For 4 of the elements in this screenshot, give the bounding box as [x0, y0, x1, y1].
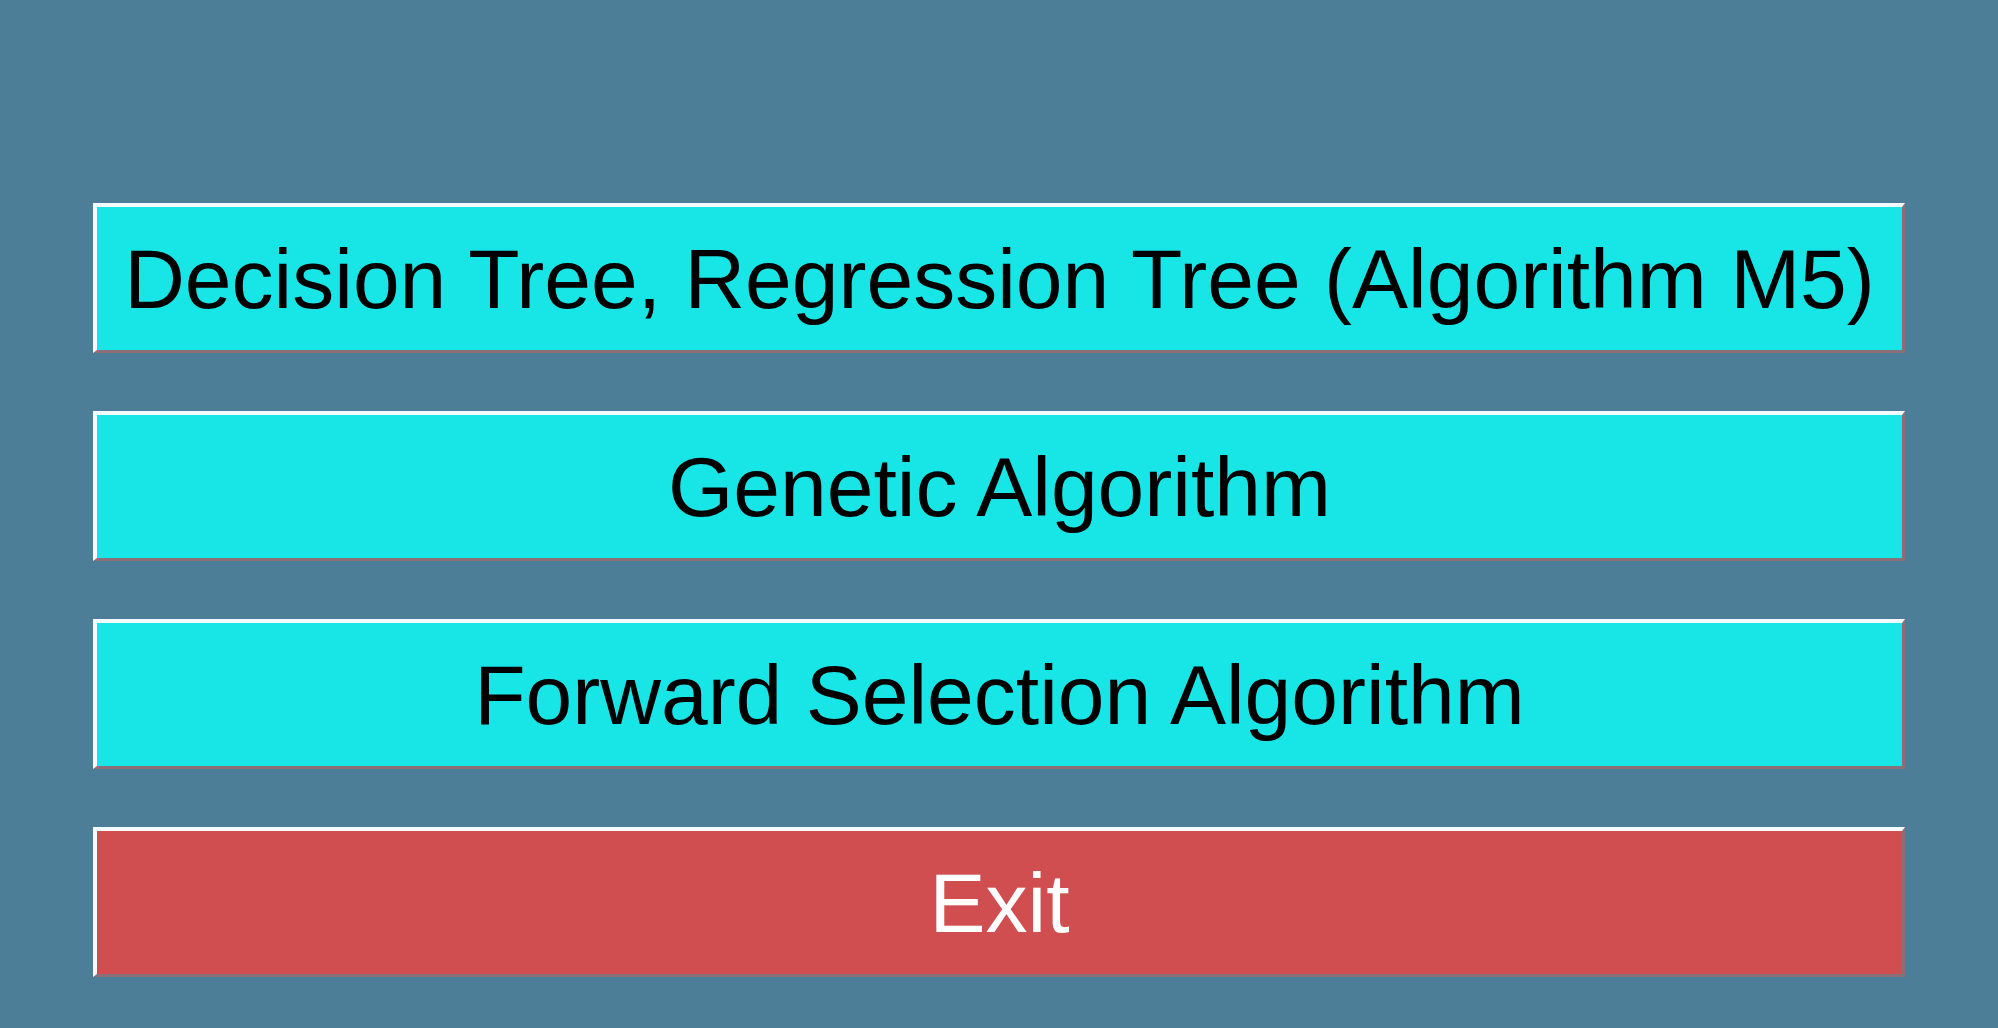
menu-button[interactable]: Forward Selection Algorithm: [93, 619, 1905, 769]
menu-button[interactable]: Decision Tree, Regression Tree (Algorithm M5): [93, 203, 1905, 353]
menu-button[interactable]: Genetic Algorithm: [93, 411, 1905, 561]
exit-button[interactable]: Exit: [93, 827, 1905, 977]
